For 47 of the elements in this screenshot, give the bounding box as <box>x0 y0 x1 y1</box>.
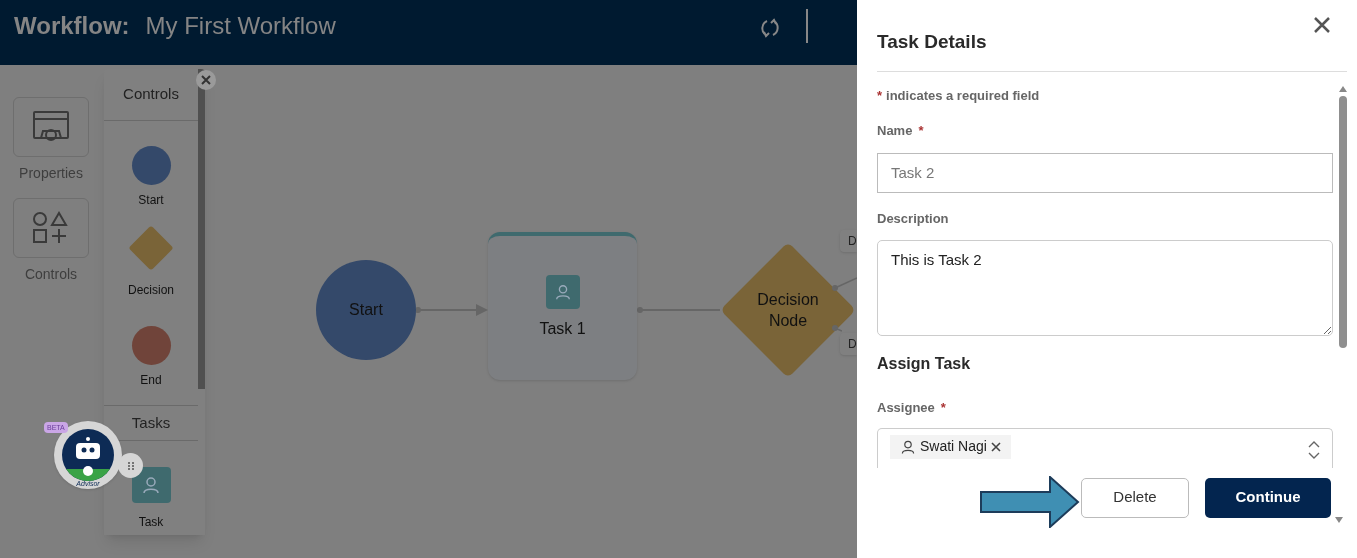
workflow-title: My First Workflow <box>145 11 336 41</box>
rail-label: Properties <box>19 164 83 183</box>
user-icon <box>553 283 572 301</box>
chevron-icon <box>1308 440 1320 459</box>
continue-button[interactable]: Continue <box>1205 477 1331 518</box>
assignee-field[interactable]: Swati Nagi <box>877 427 1333 468</box>
palette-title: Controls <box>123 84 179 105</box>
name-field[interactable]: Task 2 <box>877 152 1333 193</box>
assignee-chip[interactable]: Swati Nagi <box>890 434 1011 459</box>
robot-icon <box>62 429 114 481</box>
field-label: Name <box>877 122 913 140</box>
refresh-icon[interactable] <box>758 16 782 40</box>
section-title: Assign Task <box>877 354 972 374</box>
description-field[interactable]: This is Task 2 <box>877 240 1333 336</box>
delete-button[interactable]: Delete <box>1081 477 1189 518</box>
required-mark: * <box>940 399 946 417</box>
palette-item[interactable]: Start <box>131 121 171 211</box>
close-button[interactable] <box>196 70 216 90</box>
palette-item[interactable]: Decision <box>124 211 178 301</box>
scroll-up-icon[interactable] <box>1339 85 1347 92</box>
connector-line <box>832 276 857 292</box>
header-label: Workflow: <box>14 11 130 41</box>
field-label: Assignee <box>877 399 935 417</box>
required-mark: * <box>877 86 883 105</box>
palette-item[interactable]: End <box>131 301 171 391</box>
user-icon <box>900 438 916 455</box>
field-label: Description <box>877 209 949 228</box>
rail-button[interactable] <box>13 198 89 258</box>
close-icon <box>201 75 211 85</box>
required-note: indicates a required field <box>886 86 1040 105</box>
connector-arrow <box>416 302 488 318</box>
edge-label[interactable]: D <box>840 333 857 355</box>
edge-label[interactable]: D <box>840 230 857 252</box>
rail-button[interactable] <box>13 97 89 157</box>
remove-icon[interactable] <box>990 441 1001 452</box>
node-label: Task 1 <box>539 319 586 339</box>
connector-line <box>832 325 842 333</box>
palette-title: Tasks <box>131 412 171 433</box>
panel-title: Task Details <box>877 30 987 54</box>
close-button[interactable] <box>1313 16 1331 34</box>
scroll-down-icon[interactable] <box>1335 517 1343 523</box>
required-mark: * <box>918 122 924 140</box>
scrollbar[interactable] <box>198 69 205 389</box>
palette-item[interactable]: Task <box>131 467 171 531</box>
user-icon <box>141 475 161 495</box>
task-node[interactable]: Task 1 <box>488 232 637 380</box>
rail-label: Controls <box>24 265 78 284</box>
